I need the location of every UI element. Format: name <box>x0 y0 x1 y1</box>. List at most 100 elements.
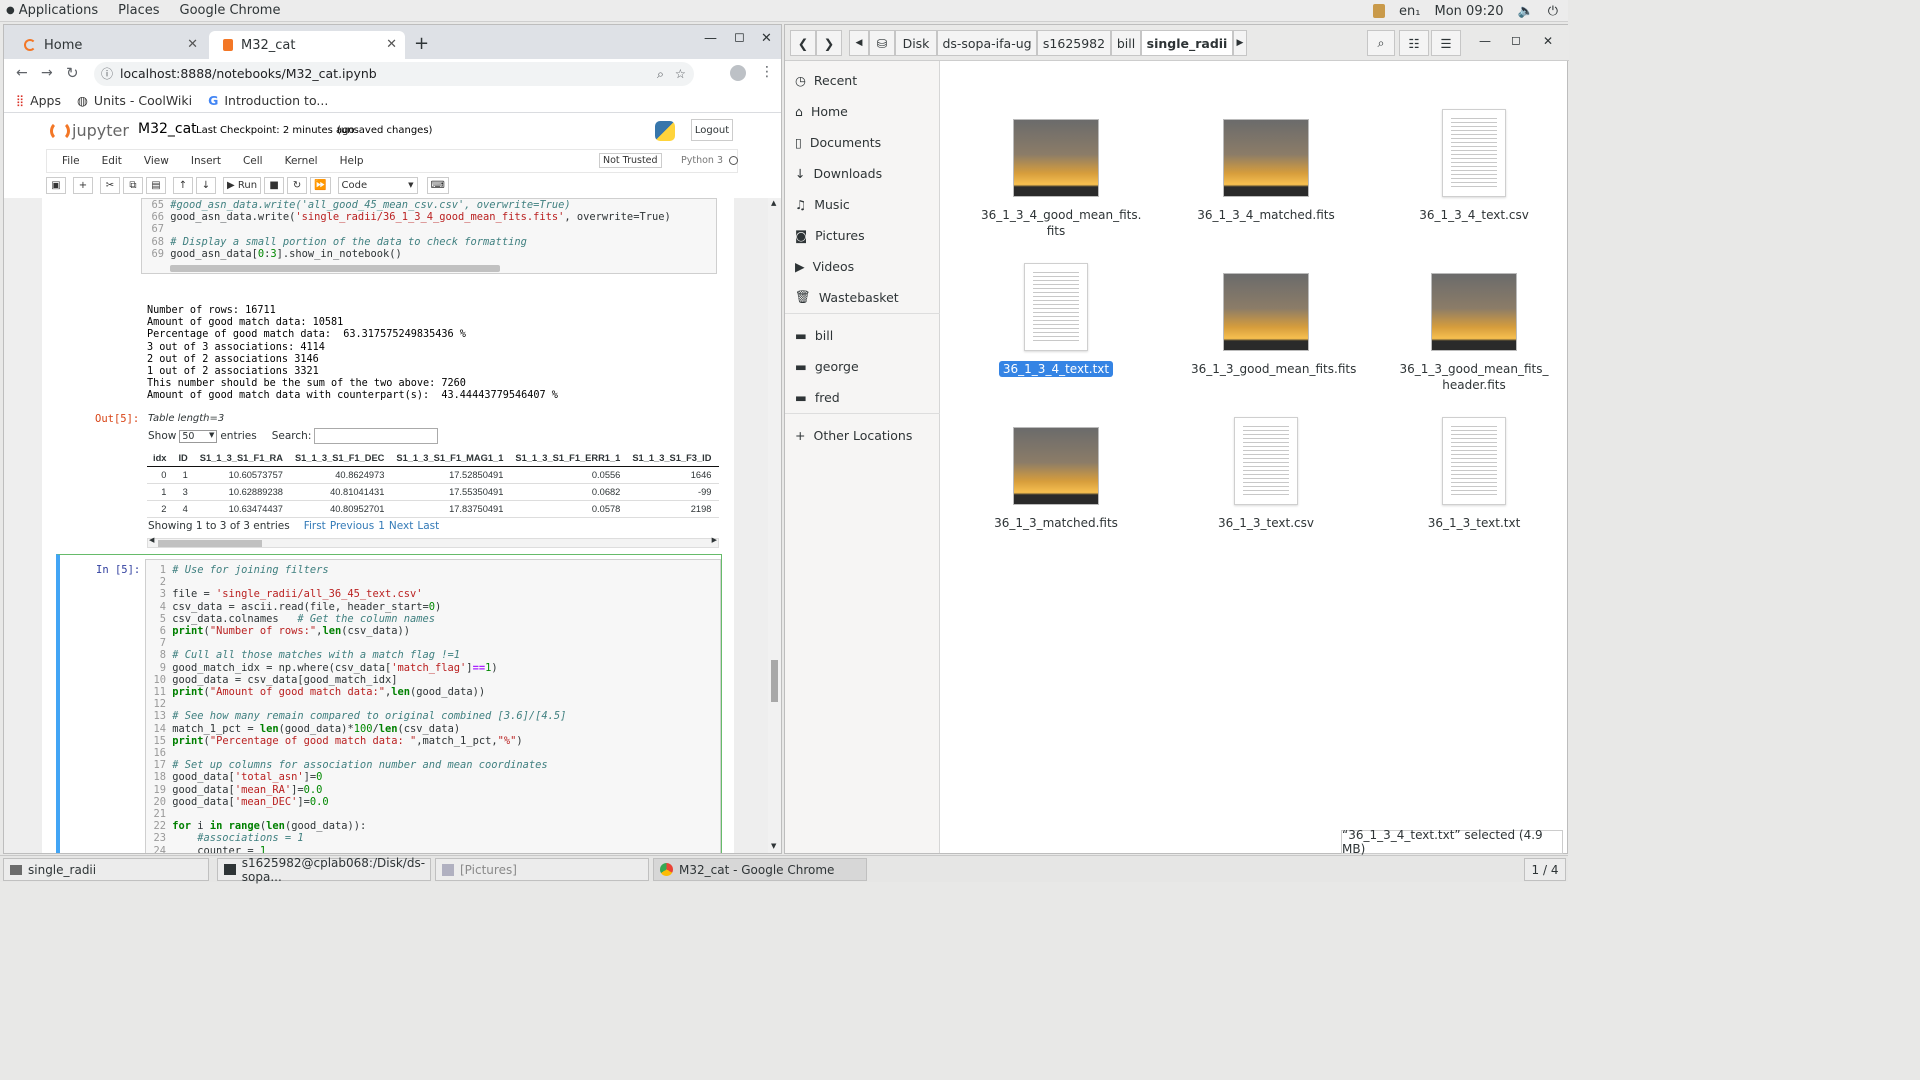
info-icon[interactable]: ⓘ <box>101 62 113 86</box>
column-header[interactable]: S1_1_3_S1_F1_RA <box>193 450 289 467</box>
back-icon[interactable]: ← <box>16 65 28 81</box>
places-menu[interactable]: Places <box>108 3 169 18</box>
back-button[interactable]: ❮ <box>790 30 816 56</box>
code-cell-active[interactable]: In [5]: 1 # Use for joining filters 2 3 f… <box>56 554 722 853</box>
crumb-disk[interactable]: Disk <box>895 30 937 56</box>
file-item[interactable]: 36_1_3_good_mean_fits_ header.fits <box>1399 263 1549 393</box>
close-window-button[interactable]: ✕ <box>1543 34 1553 48</box>
sidebar-item-music[interactable]: ♫ Music <box>795 193 850 215</box>
minimize-button[interactable]: — <box>1479 34 1491 48</box>
drive-icon[interactable]: ⛁ <box>869 30 895 56</box>
file-item[interactable]: 36_1_3_matched.fits <box>981 417 1131 531</box>
scroll-thumb[interactable] <box>158 540 262 547</box>
sidebar-item-recent[interactable]: ◷ Recent <box>795 69 857 91</box>
cell-type-select[interactable]: Code ▼ <box>337 176 418 194</box>
sidebar-item-wastebasket[interactable]: 🗑 Wastebasket <box>795 286 899 308</box>
new-tab-button[interactable]: + <box>414 33 429 54</box>
cut-icon[interactable]: ✂ <box>100 176 120 194</box>
move-up-icon[interactable]: ↑ <box>173 176 193 194</box>
task-single-radii[interactable]: single_radii <box>3 858 209 881</box>
volume-icon[interactable]: 🔈 <box>1518 4 1534 19</box>
paste-icon[interactable]: ▤ <box>146 176 166 194</box>
close-tab-icon[interactable]: ✕ <box>187 37 198 52</box>
output-horizontal-scrollbar[interactable]: ◀ ▶ <box>147 536 719 548</box>
zoom-icon[interactable]: ⌕ <box>657 62 664 86</box>
scroll-thumb[interactable] <box>771 660 778 702</box>
bookmark-apps[interactable]: Apps <box>30 93 61 108</box>
move-down-icon[interactable]: ↓ <box>196 176 216 194</box>
menu-cell[interactable]: Cell <box>243 155 263 167</box>
file-item[interactable]: 36_1_3_4_matched.fits <box>1191 109 1341 223</box>
copy-icon[interactable]: ⧉ <box>123 176 143 194</box>
pager-next[interactable]: Next <box>389 520 413 532</box>
horizontal-scrollbar[interactable] <box>170 265 500 272</box>
task-pictures[interactable]: [Pictures] <box>435 858 649 881</box>
minimize-button[interactable]: — <box>704 31 717 46</box>
menu-file[interactable]: File <box>62 155 80 167</box>
restart-run-all-icon[interactable]: ⏩ <box>310 176 331 194</box>
bookmark-star-icon[interactable]: ☆ <box>675 62 686 86</box>
view-toggle-button[interactable]: ☷ <box>1399 30 1429 56</box>
maximize-button[interactable]: ◻ <box>1511 33 1521 47</box>
restart-icon[interactable]: ↻ <box>287 176 308 194</box>
close-window-button[interactable]: ✕ <box>761 31 772 46</box>
interrupt-icon[interactable]: ■ <box>264 176 285 194</box>
sidebar-item-pictures[interactable]: ◙ Pictures <box>795 224 865 246</box>
path-left-arrow[interactable]: ◀ <box>849 30 869 56</box>
code-editor[interactable]: 1 # Use for joining filters 2 3 file = 's… <box>145 559 721 853</box>
file-item[interactable]: 36_1_3_good_mean_fits.fits <box>1191 263 1356 377</box>
menu-edit[interactable]: Edit <box>102 155 122 167</box>
search-button[interactable]: ⌕ <box>1367 30 1395 56</box>
menu-view[interactable]: View <box>144 155 169 167</box>
menu-insert[interactable]: Insert <box>191 155 221 167</box>
task-terminal[interactable]: s1625982@cplab068:/Disk/ds-sopa... <box>217 856 431 884</box>
sidebar-item-home[interactable]: ⌂ Home <box>795 100 848 122</box>
file-item[interactable]: 36_1_3_text.csv <box>1191 417 1341 531</box>
scroll-right-icon[interactable]: ▶ <box>712 536 717 544</box>
file-item[interactable]: 36_1_3_4_text.csv <box>1399 109 1549 223</box>
column-header[interactable]: idx <box>147 450 173 467</box>
scroll-down-icon[interactable]: ▼ <box>771 842 776 850</box>
trust-indicator[interactable]: Not Trusted <box>599 153 662 168</box>
file-item[interactable]: 36_1_3_4_good_mean_fits. fits <box>981 109 1141 239</box>
sidebar-item-bill[interactable]: ▬ bill <box>795 324 833 346</box>
pager-page-1[interactable]: 1 <box>378 520 385 532</box>
close-tab-icon[interactable]: ✕ <box>386 37 397 52</box>
more-menu-icon[interactable]: ⋮ <box>760 64 774 80</box>
apps-grid-icon[interactable]: ⣿ <box>16 94 24 107</box>
forward-button[interactable]: ❯ <box>816 30 842 56</box>
sidebar-item-other-locations[interactable]: + Other Locations <box>795 424 912 446</box>
bookmark-coolwiki[interactable]: Units - CoolWiki <box>94 93 192 108</box>
applications-menu[interactable]: Applications <box>17 3 108 18</box>
sidebar-item-videos[interactable]: ▶ Videos <box>795 255 854 277</box>
menu-button[interactable]: ☰ <box>1431 30 1461 56</box>
code-cell-previous[interactable]: 65 #good_asn_data.write('all_good_45_mea… <box>141 198 717 274</box>
maximize-button[interactable]: ◻ <box>734 30 745 45</box>
search-input[interactable] <box>314 428 439 444</box>
column-header[interactable]: S1_1_3_S1 <box>717 450 719 467</box>
tab-home[interactable]: Home ✕ <box>10 31 206 59</box>
clipboard-icon[interactable] <box>1373 4 1386 18</box>
jupyter-logo-icon[interactable] <box>50 121 70 141</box>
logout-button[interactable]: Logout <box>691 119 733 141</box>
file-item[interactable]: 36_1_3_4_text.txt <box>981 263 1131 377</box>
column-header[interactable]: S1_1_3_S1_F1_DEC <box>288 450 391 467</box>
profile-icon[interactable] <box>730 65 746 81</box>
code-editor[interactable]: 65 #good_asn_data.write('all_good_45_mea… <box>146 199 670 260</box>
reload-icon[interactable]: ↻ <box>66 64 79 82</box>
crumb-bill[interactable]: bill <box>1111 30 1141 56</box>
power-icon[interactable]: ⏻ <box>1548 4 1558 19</box>
entries-select[interactable]: 50 ▼ <box>179 429 218 443</box>
file-item[interactable]: 36_1_3_text.txt <box>1399 417 1549 531</box>
keyboard-language[interactable]: en₁ <box>1399 4 1420 19</box>
active-app-menu[interactable]: Google Chrome <box>170 3 291 18</box>
menu-help[interactable]: Help <box>340 155 364 167</box>
column-header[interactable]: S1_1_3_S1_F1_ERR1_1 <box>509 450 627 467</box>
scroll-up-icon[interactable]: ▲ <box>771 199 776 207</box>
save-icon[interactable]: ▣ <box>46 176 66 194</box>
clock[interactable]: Mon 09:20 <box>1435 4 1504 19</box>
pager-first[interactable]: First <box>304 520 326 532</box>
task-chrome[interactable]: M32_cat - Google Chrome <box>653 858 867 881</box>
column-header[interactable]: ID <box>172 450 194 467</box>
column-header[interactable]: S1_1_3_S1_F1_MAG1_1 <box>390 450 510 467</box>
